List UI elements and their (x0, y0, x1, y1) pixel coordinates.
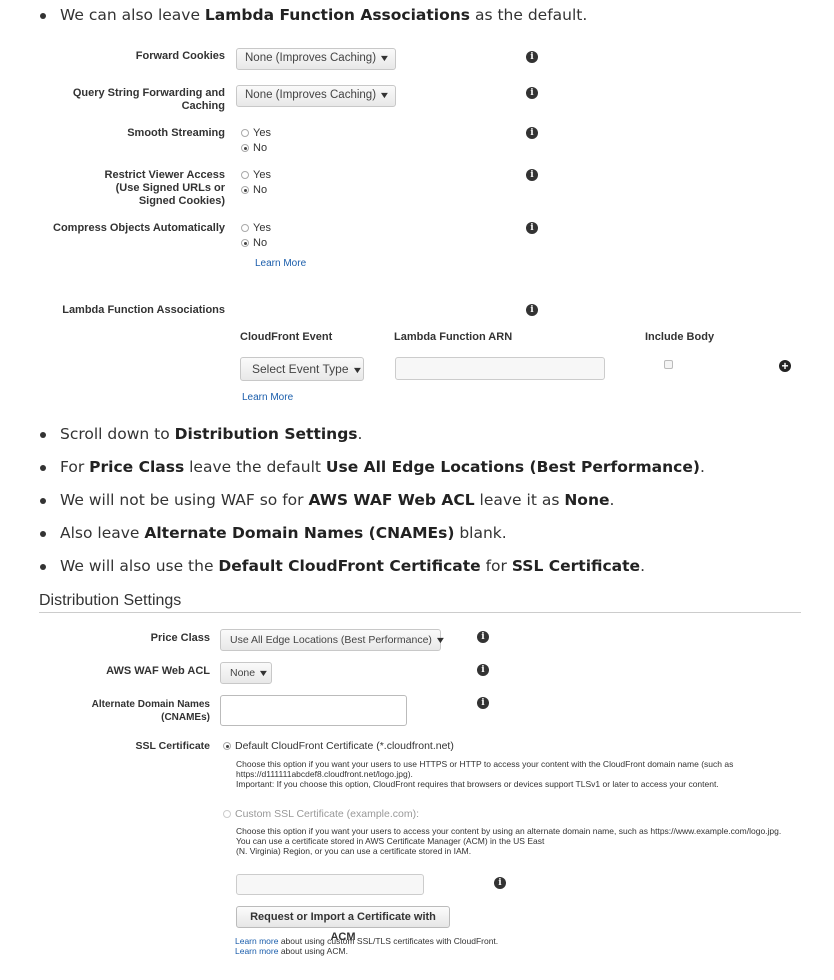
distribution-settings-heading: Distribution Settings (39, 592, 182, 609)
ssl-learn-more-line: Learn more about using custom SSL/TLS ce… (235, 936, 499, 946)
chevron-down-icon: ▼ (378, 90, 391, 100)
info-icon[interactable]: i (494, 877, 506, 889)
info-icon[interactable]: i (477, 664, 489, 676)
chevron-down-icon: ▼ (434, 635, 447, 645)
cnames-label: Alternate Domain Names (CNAMEs) (91, 699, 210, 723)
info-icon[interactable]: i (477, 631, 489, 643)
instruction-bullet: We can also leave Lambda Function Associ… (40, 6, 587, 24)
ssl-certificate-label: SSL Certificate (135, 740, 211, 752)
info-icon[interactable]: i (526, 222, 538, 234)
info-icon[interactable]: i (526, 127, 538, 139)
custom-certificate-description: Choose this option if you want your user… (236, 826, 782, 856)
custom-certificate-radio[interactable]: Custom SSL Certificate (example.com): (223, 808, 419, 820)
bullet-emphasis: None (564, 491, 610, 509)
query-string-label: Query String Forwarding and Caching (72, 87, 225, 112)
bullet-text: For Price Class leave the default Use Al… (60, 458, 705, 476)
acm-learn-more-link[interactable]: Learn more (235, 946, 278, 956)
lambda-arn-input[interactable] (395, 357, 605, 380)
lambda-associations-label: Lambda Function Associations (62, 304, 225, 316)
bullet-emphasis: AWS WAF Web ACL (308, 491, 475, 509)
instruction-bullet: We will not be using WAF so for AWS WAF … (40, 491, 614, 509)
restrict-viewer-label: Restrict Viewer Access (Use Signed URLs o… (104, 169, 225, 207)
smooth-streaming-label: Smooth Streaming (127, 127, 225, 139)
bullet-emphasis: Alternate Domain Names (CNAMEs) (144, 524, 455, 542)
bullet-text: Scroll down to Distribution Settings. (60, 425, 363, 443)
bullet-emphasis: SSL Certificate (511, 557, 641, 575)
info-icon[interactable]: i (526, 51, 538, 63)
price-class-label: Price Class (150, 632, 210, 644)
event-type-select[interactable]: Select Event Type ▼ (240, 357, 364, 381)
instruction-bullet: We will also use the Default CloudFront … (40, 557, 645, 575)
lambda-learn-more-link[interactable]: Learn More (242, 392, 293, 403)
bullet-emphasis: Price Class (89, 458, 185, 476)
instruction-bullet: Also leave Alternate Domain Names (CNAME… (40, 524, 507, 542)
info-icon[interactable]: i (477, 697, 489, 709)
cloudfront-event-header: CloudFront Event (240, 331, 333, 343)
bullet-text: Also leave Alternate Domain Names (CNAME… (60, 524, 507, 542)
section-divider (39, 612, 801, 613)
instruction-bullet: Scroll down to Distribution Settings. (40, 425, 362, 443)
include-body-checkbox[interactable] (664, 360, 673, 369)
instruction-bullet: For Price Class leave the default Use Al… (40, 458, 705, 476)
acm-learn-more-line: Learn more about using ACM. (235, 946, 348, 956)
bullet-emphasis: Use All Edge Locations (Best Performance… (325, 458, 700, 476)
chevron-down-icon: ▼ (257, 668, 270, 678)
add-circle-icon[interactable]: + (779, 360, 791, 372)
bullet-text: We will also use the Default CloudFront … (60, 557, 645, 575)
default-certificate-description: Choose this option if you want your user… (236, 759, 734, 789)
custom-certificate-input[interactable] (236, 874, 424, 895)
bullet-emphasis: Default CloudFront Certificate (218, 557, 481, 575)
smooth-streaming-no-radio[interactable]: No (241, 142, 267, 154)
cnames-textarea[interactable] (220, 695, 407, 726)
include-body-header: Include Body (645, 331, 715, 343)
smooth-streaming-yes-radio[interactable]: Yes (241, 127, 271, 139)
info-icon[interactable]: i (526, 304, 538, 316)
compress-no-radio[interactable]: No (241, 237, 267, 249)
info-icon[interactable]: i (526, 169, 538, 181)
request-certificate-button[interactable]: Request or Import a Certificate with ACM (236, 906, 450, 943)
ssl-learn-more-link[interactable]: Learn more (235, 936, 278, 946)
info-icon[interactable]: i (526, 87, 538, 99)
compress-objects-label: Compress Objects Automatically (53, 222, 225, 234)
waf-select[interactable]: None ▼ (220, 662, 272, 684)
restrict-viewer-yes-radio[interactable]: Yes (241, 169, 271, 181)
waf-label: AWS WAF Web ACL (106, 665, 210, 677)
forward-cookies-label: Forward Cookies (135, 50, 225, 62)
lambda-arn-header: Lambda Function ARN (394, 331, 513, 343)
compress-learn-more-link[interactable]: Learn More (255, 258, 306, 269)
query-string-select[interactable]: None (Improves Caching) ▼ (236, 85, 396, 107)
price-class-select[interactable]: Use All Edge Locations (Best Performance… (220, 629, 446, 651)
bullet-text: We will not be using WAF so for AWS WAF … (60, 491, 615, 509)
restrict-viewer-no-radio[interactable]: No (241, 184, 267, 196)
default-certificate-radio[interactable]: Default CloudFront Certificate (*.cloudf… (223, 740, 454, 752)
chevron-down-icon: ▼ (351, 365, 363, 375)
chevron-down-icon: ▼ (378, 53, 391, 63)
forward-cookies-select[interactable]: None (Improves Caching) ▼ (236, 48, 396, 70)
bullet-emphasis: Distribution Settings (174, 425, 358, 443)
compress-yes-radio[interactable]: Yes (241, 222, 271, 234)
